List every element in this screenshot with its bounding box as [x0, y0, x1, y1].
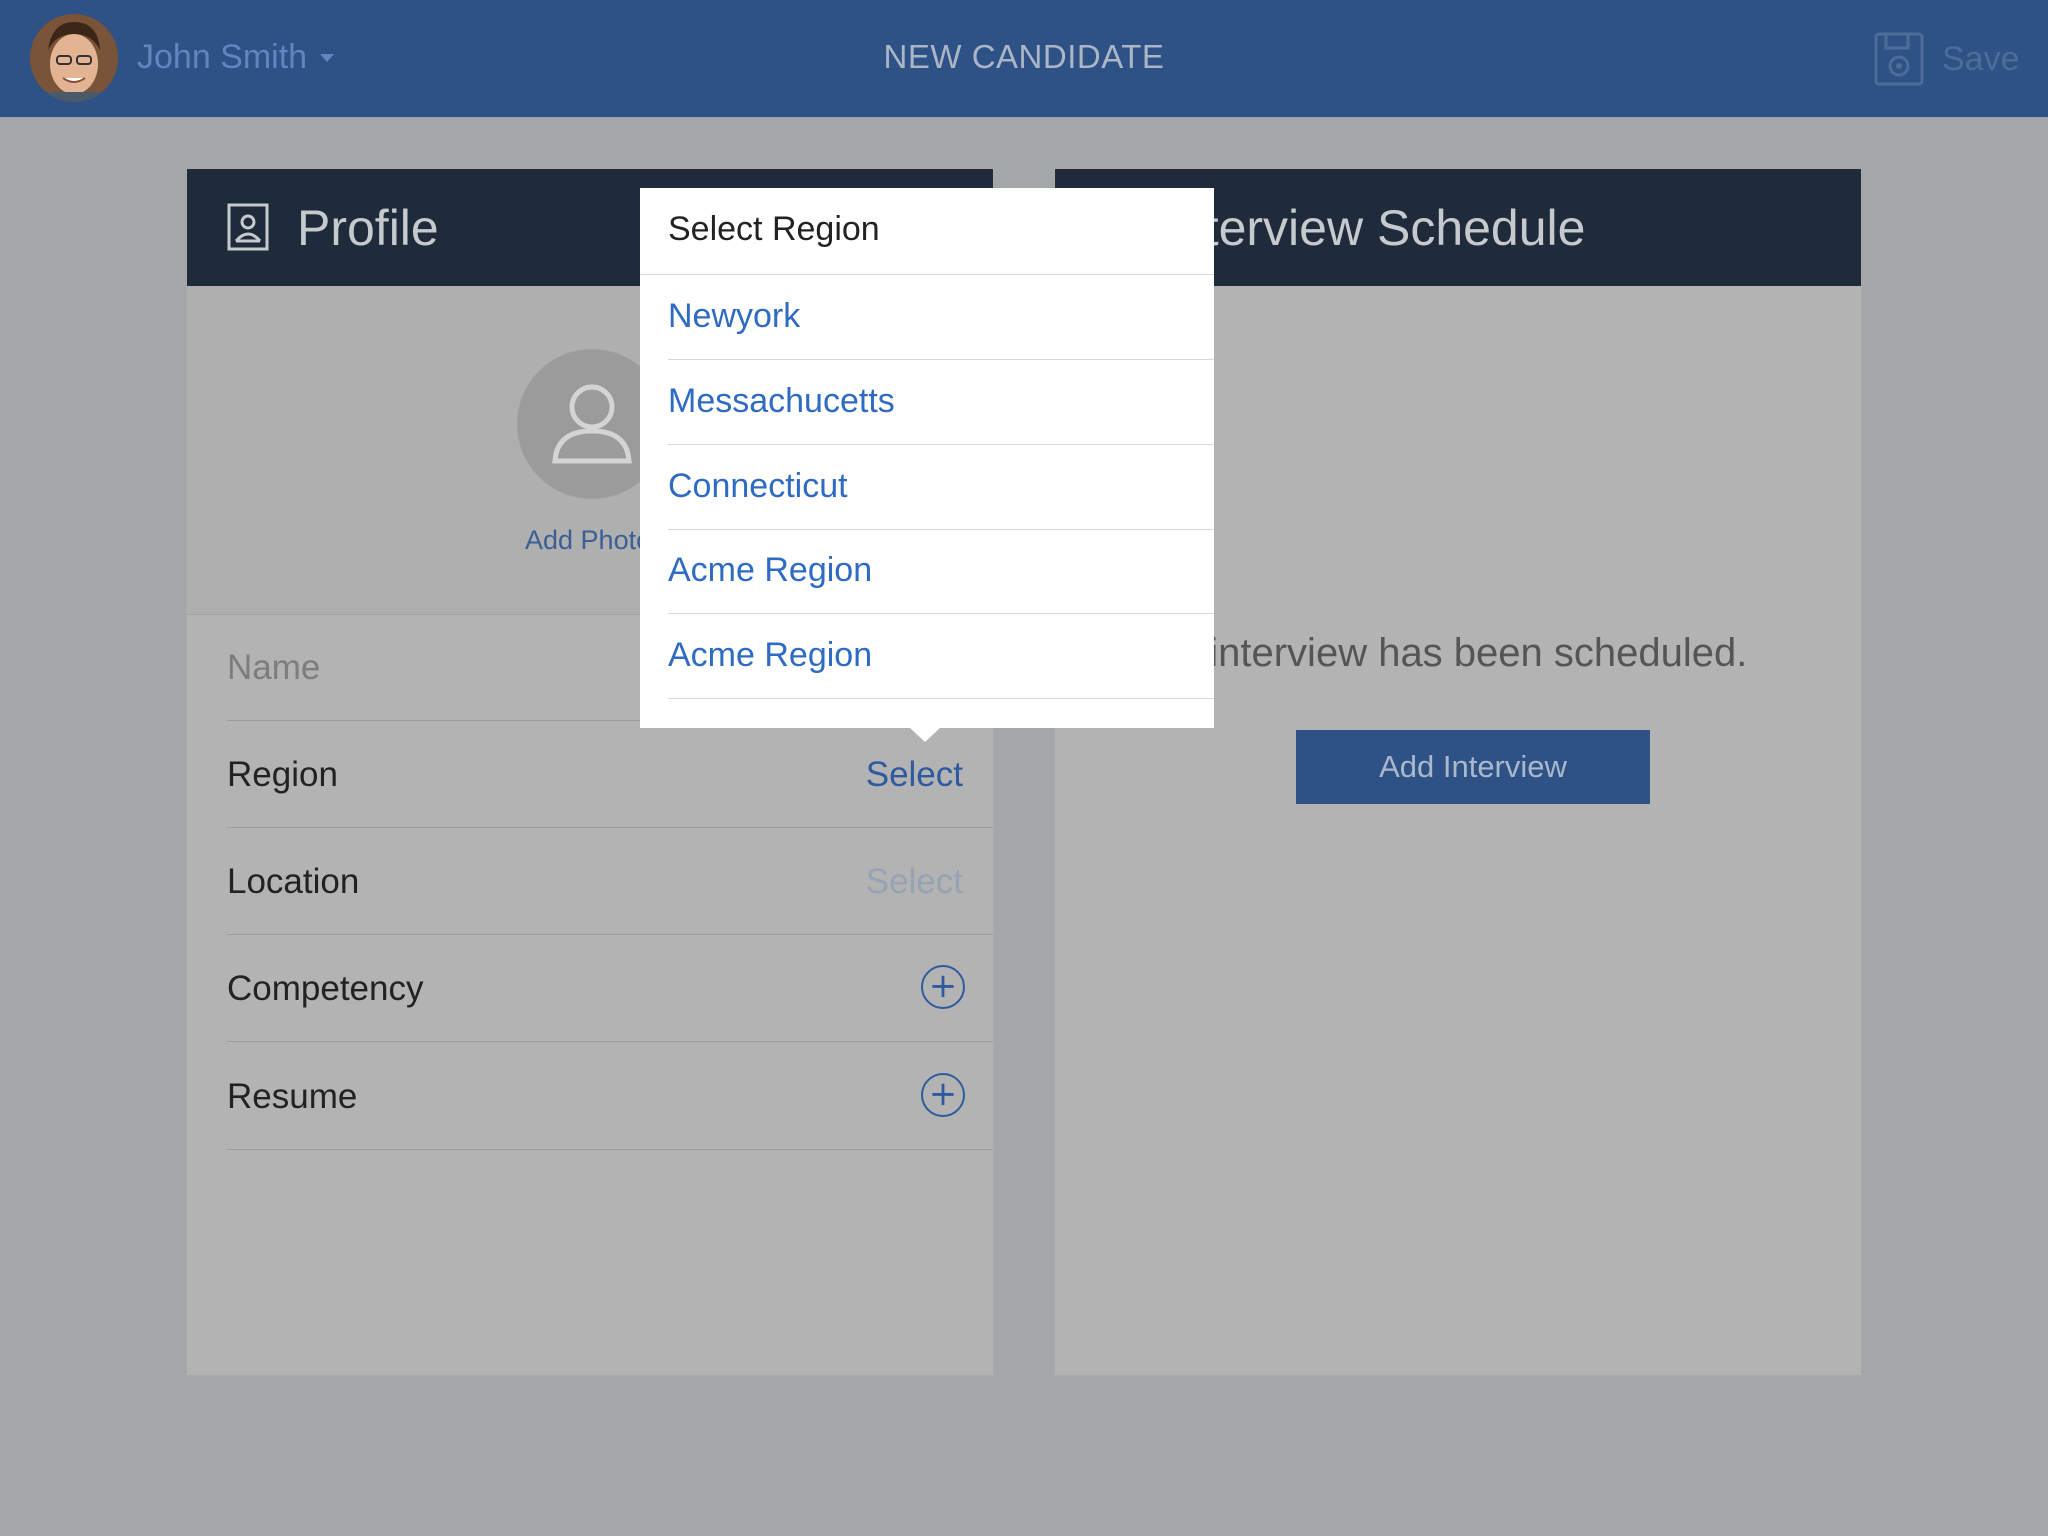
region-option-label[interactable]: Newyork — [668, 297, 800, 336]
add-competency-plus-icon[interactable]: + — [921, 965, 965, 1009]
save-label: Save — [1942, 40, 2020, 78]
resume-label: Resume — [227, 1077, 358, 1116]
profile-icon — [227, 203, 269, 251]
region-option-label[interactable]: Acme Region — [668, 636, 872, 675]
location-label: Location — [227, 862, 360, 901]
region-option-label[interactable]: Messachucetts — [668, 382, 895, 421]
region-option[interactable]: Acme Region — [668, 529, 1214, 614]
save-disk-icon — [1874, 32, 1924, 86]
region-option[interactable]: Acme Region — [668, 614, 1214, 699]
region-option[interactable]: Messachucetts — [668, 360, 1214, 445]
page-title: NEW CANDIDATE — [883, 38, 1165, 75]
region-option-label[interactable]: Acme Region — [668, 551, 872, 590]
no-interview-message: No interview has been scheduled. — [1147, 631, 1748, 675]
name-field-placeholder[interactable]: Name — [227, 648, 320, 688]
select-region-popover: Select Region Newyork Messachucetts Conn… — [640, 188, 1214, 728]
schedule-title: Interview Schedule — [1163, 200, 1586, 256]
competency-row[interactable]: Competency + — [227, 935, 993, 1042]
popover-arrow — [908, 726, 942, 742]
region-option-label[interactable]: Connecticut — [668, 467, 848, 506]
region-select[interactable]: Select — [866, 755, 963, 795]
region-option[interactable]: Connecticut — [668, 445, 1214, 530]
region-label: Region — [227, 755, 338, 794]
add-interview-button[interactable]: Add Interview — [1296, 730, 1650, 804]
region-row[interactable]: Region Select — [227, 721, 993, 828]
add-photo-link[interactable]: Add Photo — [525, 525, 651, 556]
profile-title: Profile — [297, 200, 439, 256]
location-row[interactable]: Location Select — [227, 828, 993, 935]
save-button[interactable]: Save — [1874, 32, 2024, 88]
top-bar: John Smith NEW CANDIDATE Save — [0, 0, 2048, 117]
location-select[interactable]: Select — [866, 862, 963, 902]
add-resume-plus-icon[interactable]: + — [921, 1073, 965, 1117]
resume-row[interactable]: Resume + — [227, 1043, 993, 1150]
region-option[interactable]: Newyork — [668, 275, 1214, 360]
popover-title: Select Region — [668, 210, 880, 248]
competency-label: Competency — [227, 969, 424, 1008]
